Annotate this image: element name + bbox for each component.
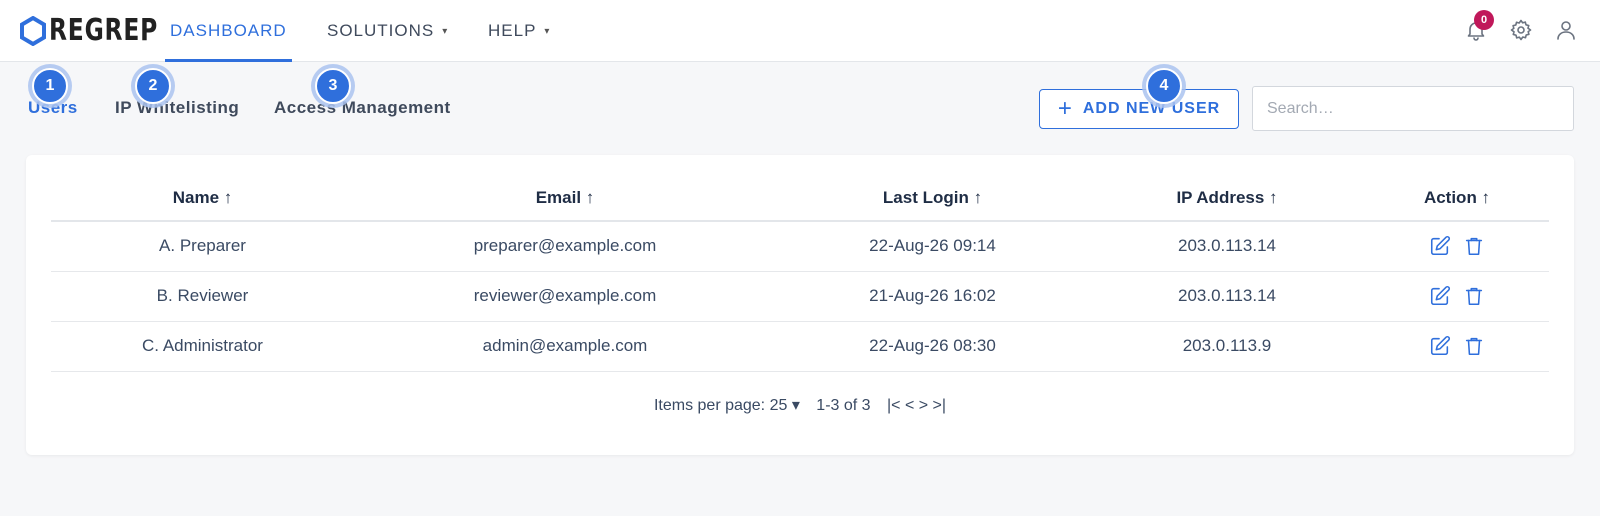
tab-ip-whitelisting[interactable]: IP Whitelisting	[115, 98, 239, 118]
tab-access-management-label: Access Management	[274, 98, 451, 117]
edit-icon[interactable]	[1429, 285, 1451, 307]
cell-ip-address: 203.0.113.14	[1089, 221, 1365, 272]
column-header-last-login[interactable]: Last Login ↑	[776, 175, 1089, 222]
cell-actions	[1365, 271, 1549, 322]
column-header-name[interactable]: Name ↑	[51, 175, 354, 222]
cell-name: B. Reviewer	[51, 271, 354, 322]
cell-actions	[1365, 321, 1549, 372]
cell-last-login: 22-Aug-26 09:14	[776, 221, 1089, 272]
pagination: Items per page: 25 ▾ 1-3 of 3 |< < > >|	[26, 395, 1574, 415]
notification-badge: 0	[1474, 10, 1494, 30]
chevron-down-icon: ▾	[544, 25, 551, 37]
tab-ip-whitelisting-label: IP Whitelisting	[115, 98, 240, 117]
column-header-action[interactable]: Action ↑	[1365, 175, 1549, 222]
gear-icon	[1510, 19, 1532, 41]
brand-logo-text: REGREP	[49, 13, 159, 48]
users-table-card: Name ↑ Email ↑ Last Login ↑ IP Address ↑…	[26, 155, 1574, 455]
step-marker-4: 4	[1146, 68, 1182, 104]
nav-dashboard[interactable]: DASHBOARD	[165, 0, 292, 62]
settings-button[interactable]	[1507, 16, 1535, 44]
pagination-range: 1-3 of 3	[816, 397, 871, 414]
tab-access-management[interactable]: Access Management	[274, 98, 451, 118]
column-header-ip-address[interactable]: IP Address ↑	[1089, 175, 1365, 222]
chevron-down-icon: ▾	[442, 25, 449, 37]
nav-help[interactable]: HELP ▾	[488, 0, 550, 62]
step-marker-2: 2	[135, 68, 171, 104]
nav-help-label: HELP	[488, 21, 537, 40]
user-icon	[1557, 21, 1575, 40]
hexagon-logo-icon	[20, 16, 46, 46]
brand-logo[interactable]: REGREP	[20, 14, 189, 48]
trash-icon[interactable]	[1463, 235, 1485, 257]
top-navbar: REGREP DASHBOARD SOLUTIONS ▾ HELP ▾ 0	[0, 0, 1600, 62]
notifications-button[interactable]: 0	[1462, 10, 1494, 44]
table-row: B. Reviewer reviewer@example.com 21-Aug-…	[51, 271, 1549, 322]
cell-ip-address: 203.0.113.14	[1089, 271, 1365, 322]
step-marker-1: 1	[32, 68, 68, 104]
pagination-controls[interactable]: |< < > >|	[887, 397, 946, 414]
edit-icon[interactable]	[1429, 335, 1451, 357]
trash-icon[interactable]	[1463, 285, 1485, 307]
profile-button[interactable]	[1552, 16, 1580, 44]
add-new-user-button[interactable]: + ADD NEW USER	[1039, 89, 1239, 129]
table-header-row: Name ↑ Email ↑ Last Login ↑ IP Address ↑…	[51, 175, 1549, 222]
column-header-email[interactable]: Email ↑	[354, 175, 776, 222]
nav-dashboard-label: DASHBOARD	[170, 21, 287, 40]
trash-icon[interactable]	[1463, 335, 1485, 357]
cell-ip-address: 203.0.113.9	[1089, 321, 1365, 372]
cell-email: reviewer@example.com	[354, 271, 776, 322]
cell-email: admin@example.com	[354, 321, 776, 372]
edit-icon[interactable]	[1429, 235, 1451, 257]
table-row: C. Administrator admin@example.com 22-Au…	[51, 321, 1549, 372]
cell-actions	[1365, 221, 1549, 272]
nav-solutions[interactable]: SOLUTIONS ▾	[327, 0, 448, 62]
cell-last-login: 21-Aug-26 16:02	[776, 271, 1089, 322]
cell-email: preparer@example.com	[354, 221, 776, 272]
plus-icon: +	[1057, 95, 1073, 122]
step-marker-3: 3	[315, 68, 351, 104]
search-input[interactable]	[1252, 86, 1574, 131]
add-new-user-label: ADD NEW USER	[1082, 100, 1221, 117]
cell-name: A. Preparer	[51, 221, 354, 272]
table-row: A. Preparer preparer@example.com 22-Aug-…	[51, 221, 1549, 272]
users-table: Name ↑ Email ↑ Last Login ↑ IP Address ↑…	[51, 175, 1549, 372]
cell-last-login: 22-Aug-26 08:30	[776, 321, 1089, 372]
cell-name: C. Administrator	[51, 321, 354, 372]
nav-solutions-label: SOLUTIONS	[327, 21, 435, 40]
items-per-page-select[interactable]: Items per page: 25 ▾	[654, 397, 800, 414]
